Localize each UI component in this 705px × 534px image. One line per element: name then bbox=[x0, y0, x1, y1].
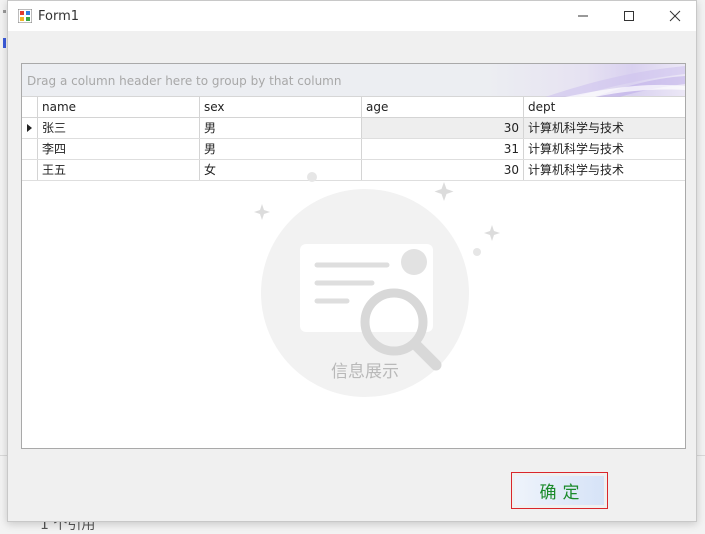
group-by-hint: Drag a column header here to group by th… bbox=[27, 74, 342, 88]
confirm-button[interactable]: 确定 bbox=[511, 472, 608, 509]
minimize-icon bbox=[578, 15, 588, 17]
cell-sex[interactable]: 男 bbox=[200, 118, 362, 138]
row-indicator-cell[interactable] bbox=[22, 139, 38, 159]
cell-sex[interactable]: 男 bbox=[200, 139, 362, 159]
cell-age[interactable]: 31 bbox=[362, 139, 524, 159]
background-tick bbox=[3, 10, 6, 13]
minimize-button[interactable] bbox=[560, 1, 606, 31]
row-indicator-cell[interactable] bbox=[22, 160, 38, 180]
column-header-dept[interactable]: dept bbox=[524, 97, 685, 117]
title-bar[interactable]: Form1 bbox=[8, 1, 696, 31]
table-row[interactable]: 李四 男 31 计算机科学与技术 bbox=[22, 139, 685, 160]
maximize-icon bbox=[624, 11, 634, 21]
close-button[interactable] bbox=[652, 1, 698, 31]
group-panel-decoration bbox=[545, 66, 685, 97]
cell-age[interactable]: 30 bbox=[362, 118, 524, 138]
confirm-button-label: 确定 bbox=[515, 476, 604, 505]
cell-dept[interactable]: 计算机科学与技术 bbox=[524, 139, 685, 159]
window-title: Form1 bbox=[38, 9, 80, 24]
row-indicator-icon bbox=[27, 124, 32, 132]
cell-name[interactable]: 王五 bbox=[38, 160, 200, 180]
data-grid[interactable]: Drag a column header here to group by th… bbox=[21, 63, 686, 449]
close-icon bbox=[669, 10, 681, 22]
form-window: Form1 Drag a column header here to group… bbox=[7, 0, 697, 522]
cell-name[interactable]: 李四 bbox=[38, 139, 200, 159]
table-row[interactable]: 张三 男 30 计算机科学与技术 bbox=[22, 118, 685, 139]
maximize-button[interactable] bbox=[606, 1, 652, 31]
row-indicator-cell[interactable] bbox=[22, 118, 38, 138]
grid-header-row: name sex age dept bbox=[22, 97, 685, 118]
header-indicator-cell bbox=[22, 97, 38, 117]
background-editor-marker bbox=[3, 38, 6, 48]
empty-caption: 信息展示 bbox=[331, 362, 399, 382]
column-header-sex[interactable]: sex bbox=[200, 97, 362, 117]
cell-name[interactable]: 张三 bbox=[38, 118, 200, 138]
column-header-name[interactable]: name bbox=[38, 97, 200, 117]
app-icon bbox=[18, 9, 32, 23]
group-by-panel[interactable]: Drag a column header here to group by th… bbox=[22, 64, 685, 97]
column-header-age[interactable]: age bbox=[362, 97, 524, 117]
cell-dept[interactable]: 计算机科学与技术 bbox=[524, 118, 685, 138]
cell-dept[interactable]: 计算机科学与技术 bbox=[524, 160, 685, 180]
